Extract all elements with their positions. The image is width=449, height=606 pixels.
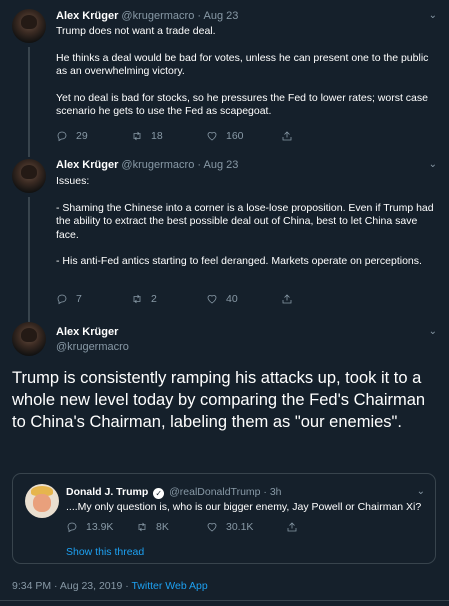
retweet-count: 18 (151, 130, 163, 142)
author-handle[interactable]: @krugermacro (121, 10, 194, 22)
reply-icon (57, 131, 67, 142)
retweet-icon (133, 294, 141, 304)
tweet-date[interactable]: Aug 23 (204, 159, 239, 171)
like-icon (207, 295, 217, 304)
author-handle[interactable]: @krugermacro (121, 159, 194, 171)
tweet-paragraph: Trump does not want a trade deal. (56, 25, 216, 37)
retweet-button[interactable]: 18 (131, 130, 206, 142)
caret-down-icon[interactable]: ⌄ (417, 486, 425, 497)
retweet-icon (138, 522, 146, 532)
like-count: 30.1K (226, 521, 254, 533)
share-icon (287, 522, 297, 532)
like-button[interactable]: 160 (206, 130, 281, 142)
tweet-source[interactable]: Twitter Web App (131, 580, 207, 592)
author-name[interactable]: Alex Krüger (56, 159, 118, 171)
tweet-date[interactable]: Aug 23 (204, 10, 239, 22)
quote-avatar (25, 484, 59, 518)
like-button[interactable]: 30.1K (206, 521, 286, 533)
author-name[interactable]: Alex Krüger (56, 10, 118, 22)
thread-tweet-2[interactable]: Alex Krüger @krugermacro · Aug 23 ⌄ Issu… (0, 152, 449, 322)
author-handle[interactable]: @krugermacro (56, 341, 129, 353)
tweet-paragraph: - Shaming the Chinese into a corner is a… (56, 201, 434, 241)
reply-button[interactable]: 13.9K (66, 521, 136, 533)
share-button[interactable] (281, 293, 356, 305)
thread-tweet-1[interactable]: Alex Krüger @krugermacro · Aug 23 ⌄ Trum… (0, 0, 449, 157)
thread-connector (28, 47, 30, 157)
reply-count: 13.9K (86, 521, 114, 533)
reply-count: 7 (76, 293, 82, 305)
tweet-actions: 29 18 160 (56, 130, 356, 142)
like-count: 160 (226, 130, 244, 142)
share-button[interactable] (286, 521, 306, 533)
avatar[interactable] (12, 9, 46, 43)
quote-time: 3h (269, 486, 282, 498)
caret-down-icon[interactable]: ⌄ (429, 10, 437, 21)
retweet-icon (133, 131, 141, 141)
share-icon (282, 131, 292, 141)
reply-button[interactable]: 7 (56, 293, 131, 305)
avatar[interactable] (12, 159, 46, 193)
tweet-text: Trump does not want a trade deal. He thi… (56, 25, 436, 132)
tweet-timestamp[interactable]: 9:34 PM · Aug 23, 2019 · (12, 580, 131, 592)
quote-author-name: Donald J. Trump (66, 486, 149, 498)
main-avatar[interactable] (12, 322, 46, 356)
reply-icon (67, 522, 77, 533)
quote-text: ....My only question is, who is our bigg… (66, 501, 422, 513)
main-author-handle-row: @krugermacro (56, 341, 129, 353)
reply-button[interactable]: 29 (56, 130, 131, 142)
tweet-timestamp-row: 9:34 PM · Aug 23, 2019 · Twitter Web App (12, 580, 208, 592)
main-tweet-text: Trump is consistently ramping his attack… (12, 369, 426, 431)
author-name[interactable]: Alex Krüger (56, 326, 118, 338)
reply-count: 29 (76, 130, 88, 142)
retweet-button[interactable]: 2 (131, 293, 206, 305)
quote-actions: 13.9K 8K 30.1K (66, 521, 306, 533)
tweet-paragraph: - His anti-Fed antics starting to feel d… (56, 255, 422, 267)
tweet-header: Alex Krüger @krugermacro · Aug 23 (56, 159, 238, 171)
retweet-button[interactable]: 8K (136, 521, 206, 533)
like-button[interactable]: 40 (206, 293, 281, 305)
divider (0, 600, 449, 601)
retweet-count: 8K (156, 521, 169, 533)
caret-down-icon[interactable]: ⌄ (429, 326, 437, 337)
tweet-paragraph: He thinks a deal would be bad for votes,… (56, 51, 429, 78)
main-author-name: Alex Krüger (56, 326, 118, 338)
tweet-paragraph: Yet no deal is bad for stocks, so he pre… (56, 91, 428, 118)
quote-header: Donald J. Trump ✓ @realDonaldTrump · 3h (66, 486, 282, 499)
tweet-actions: 7 2 40 (56, 293, 356, 305)
share-button[interactable] (281, 130, 356, 142)
like-count: 40 (226, 293, 238, 305)
quote-author-handle: @realDonaldTrump (169, 486, 261, 498)
like-icon (207, 132, 217, 141)
verified-icon: ✓ (153, 488, 165, 499)
tweet-header: Alex Krüger @krugermacro · Aug 23 (56, 10, 238, 22)
reply-icon (57, 294, 67, 305)
tweet-text: Issues: - Shaming the Chinese into a cor… (56, 175, 436, 282)
share-icon (282, 294, 292, 304)
tweet-paragraph: Issues: (56, 175, 90, 187)
retweet-count: 2 (151, 293, 157, 305)
thread-connector (28, 197, 30, 322)
caret-down-icon[interactable]: ⌄ (429, 159, 437, 170)
like-icon (207, 523, 217, 532)
show-thread-link[interactable]: Show this thread (66, 546, 144, 558)
quote-tweet[interactable]: Donald J. Trump ✓ @realDonaldTrump · 3h … (12, 473, 436, 564)
